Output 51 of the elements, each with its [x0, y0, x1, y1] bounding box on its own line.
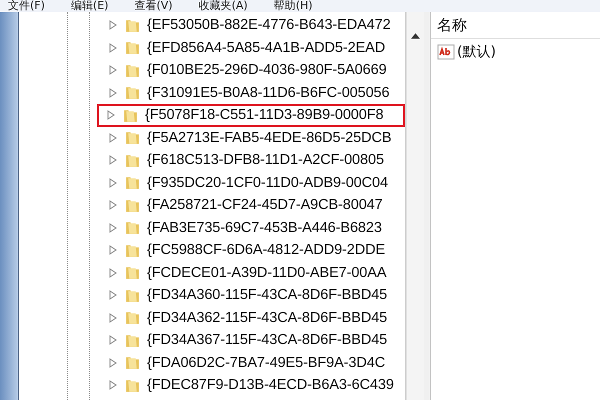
- menu-item[interactable]: 收藏夹(A): [198, 0, 248, 12]
- expand-arrow-icon[interactable]: [107, 110, 115, 120]
- folder-icon: [124, 219, 141, 236]
- folder-icon: [124, 129, 141, 146]
- expand-arrow-icon[interactable]: [109, 335, 117, 346]
- scrollbar[interactable]: [406, 12, 424, 400]
- value-name[interactable]: (默认): [457, 43, 496, 61]
- column-header[interactable]: 名称: [437, 16, 467, 34]
- expand-arrow-icon[interactable]: [109, 358, 117, 368]
- registry-key[interactable]: {EFD856A4-5A85-4A1B-ADD5-2EAD: [147, 40, 386, 56]
- registry-key[interactable]: {F618C513-DFB8-11D1-A2CF-00805: [147, 152, 384, 168]
- registry-key[interactable]: {FAB3E735-69C7-453B-A446-B6823: [147, 220, 382, 236]
- expand-arrow-icon[interactable]: [109, 222, 117, 233]
- expand-arrow-icon[interactable]: [109, 42, 117, 53]
- expand-arrow-icon[interactable]: [109, 200, 117, 210]
- expand-arrow-icon[interactable]: [109, 312, 117, 323]
- menu-item[interactable]: 文件(F): [8, 0, 45, 12]
- registry-key[interactable]: {FC5988CF-6D6A-4812-ADD9-2DDE: [147, 242, 386, 258]
- expand-arrow-icon[interactable]: [109, 155, 117, 166]
- folder-icon: [124, 39, 141, 56]
- registry-key[interactable]: {F5A2713E-FAB5-4EDE-86D5-25DCB: [147, 130, 392, 146]
- registry-key[interactable]: {F31091E5-B0A8-11D6-B6FC-005056: [147, 84, 390, 101]
- expand-arrow-icon[interactable]: [109, 65, 117, 76]
- expand-arrow-icon[interactable]: [109, 132, 117, 143]
- folder-icon: [124, 174, 141, 192]
- scroll-up-arrow-icon[interactable]: [411, 33, 420, 39]
- expand-arrow-icon[interactable]: [109, 20, 117, 30]
- folder-icon: [124, 84, 141, 102]
- registry-key[interactable]: {FDEC87F9-D13B-4ECD-B6A3-6C439: [147, 377, 394, 394]
- registry-key[interactable]: {FCDECE01-A39D-11D0-ABE7-00AA: [147, 264, 386, 281]
- string-value-icon: [437, 44, 455, 60]
- expand-arrow-icon[interactable]: [109, 380, 117, 390]
- folder-icon: [124, 354, 141, 372]
- registry-key[interactable]: {EF53050B-882E-4776-B643-EDA472: [147, 17, 391, 34]
- folder-icon: [124, 264, 141, 282]
- expand-arrow-icon[interactable]: [109, 290, 117, 300]
- menu-item[interactable]: 查看(V): [134, 0, 173, 12]
- registry-key[interactable]: {F935DC20-1CF0-11D0-ADB9-00C04: [147, 174, 388, 191]
- registry-key[interactable]: {FA258721-CF24-45D7-A9CB-80047: [147, 197, 383, 214]
- expand-arrow-icon[interactable]: [109, 178, 117, 188]
- expand-arrow-icon[interactable]: [109, 88, 117, 98]
- expand-arrow-icon[interactable]: [109, 245, 117, 256]
- registry-key[interactable]: {FD34A362-115F-43CA-8D6F-BBD45: [147, 310, 388, 326]
- registry-key[interactable]: {FDA06D2C-7BA7-49E5-BF9A-3D4C: [147, 354, 386, 371]
- folder-icon: [124, 309, 141, 326]
- registry-key[interactable]: {FD34A367-115F-43CA-8D6F-BBD45: [147, 332, 388, 348]
- expand-arrow-icon[interactable]: [109, 268, 117, 278]
- registry-key[interactable]: {F010BE25-296D-4036-980F-5A0669: [147, 62, 387, 78]
- menu-item[interactable]: 编辑(E): [70, 0, 108, 12]
- registry-key[interactable]: {FD34A360-115F-43CA-8D6F-BBD45: [147, 287, 388, 304]
- menu-item[interactable]: 帮助(H): [274, 0, 313, 12]
